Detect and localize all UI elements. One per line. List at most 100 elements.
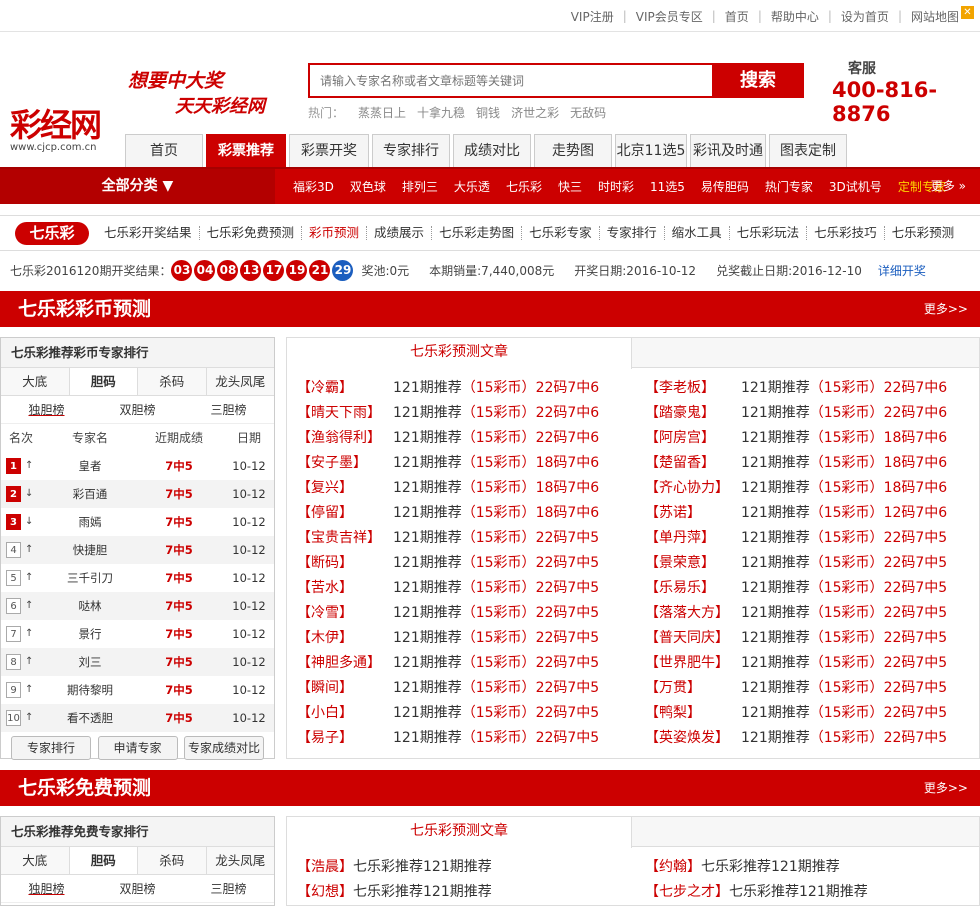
- nav-link[interactable]: 排列三: [402, 178, 438, 195]
- sub-nav-link[interactable]: 七乐彩免费预测: [200, 226, 303, 240]
- tab-predict-articles[interactable]: 七乐彩预测文章: [287, 338, 632, 369]
- panel-tab[interactable]: 大底: [1, 847, 70, 874]
- sub-nav-link[interactable]: 七乐彩走势图: [432, 226, 523, 240]
- expert-name[interactable]: 景行: [49, 620, 131, 648]
- expert-name[interactable]: 【苏诺】: [645, 501, 741, 526]
- list-item[interactable]: 【七步之才】七乐彩推荐121期推荐: [645, 880, 979, 905]
- list-item[interactable]: 【约翰】七乐彩推荐121期推荐: [645, 855, 979, 880]
- list-item[interactable]: 【晴天下雨】 121期推荐（15彩币）22码7中6: [297, 401, 633, 426]
- top-link[interactable]: VIP注册: [571, 8, 614, 25]
- list-item[interactable]: 【鸭梨】 121期推荐（15彩币）22码7中5: [645, 701, 979, 726]
- sub-nav-link[interactable]: 七乐彩技巧: [807, 226, 885, 240]
- list-item[interactable]: 【世界肥牛】 121期推荐（15彩币）22码7中5: [645, 651, 979, 676]
- expert-name[interactable]: 【单丹萍】: [645, 526, 741, 551]
- expert-name[interactable]: 【英姿焕发】: [645, 726, 741, 751]
- expert-name[interactable]: 皇者: [49, 452, 131, 480]
- list-item[interactable]: 【幻想】七乐彩推荐121期推荐: [297, 880, 633, 905]
- expert-name[interactable]: 【鸭梨】: [645, 701, 741, 726]
- panel-subtab[interactable]: 双胆榜: [92, 875, 183, 902]
- article-title[interactable]: 七乐彩推荐121期推荐: [701, 859, 840, 875]
- list-item[interactable]: 【楚留香】 121期推荐（15彩币）18码7中6: [645, 451, 979, 476]
- expert-name[interactable]: 【断码】: [297, 551, 393, 576]
- top-link[interactable]: 设为首页: [841, 8, 889, 25]
- list-item[interactable]: 【英姿焕发】 121期推荐（15彩币）22码7中5: [645, 726, 979, 751]
- hot-keyword[interactable]: 铜钱: [476, 106, 500, 120]
- panel-tab[interactable]: 胆码: [69, 847, 138, 874]
- top-link[interactable]: VIP会员专区: [636, 8, 703, 25]
- sub-nav-link[interactable]: 七乐彩玩法: [730, 226, 808, 240]
- apply-expert-button[interactable]: 申请专家: [97, 736, 178, 760]
- list-item[interactable]: 【渔翁得利】 121期推荐（15彩币）22码7中6: [297, 426, 633, 451]
- list-item[interactable]: 【冷霸】 121期推荐（15彩币）22码7中6: [297, 376, 633, 401]
- search-button[interactable]: 搜索: [712, 63, 804, 98]
- expert-name[interactable]: 【木伊】: [297, 626, 393, 651]
- nav-link[interactable]: 热门专家: [765, 178, 813, 195]
- top-link[interactable]: 网站地图: [911, 8, 959, 25]
- list-item[interactable]: 【冷雪】 121期推荐（15彩币）22码7中5: [297, 601, 633, 626]
- expert-name[interactable]: 【神胆多通】: [297, 651, 393, 676]
- panel-subtab[interactable]: 三胆榜: [183, 396, 274, 423]
- nav-link[interactable]: 易传胆码: [701, 178, 749, 195]
- hot-keyword[interactable]: 蒸蒸日上: [358, 106, 406, 120]
- article-title[interactable]: 七乐彩推荐121期推荐: [353, 884, 492, 900]
- expert-compare-button[interactable]: 专家成绩对比: [184, 736, 264, 760]
- list-item[interactable]: 【易子】 121期推荐（15彩币）22码7中5: [297, 726, 633, 751]
- list-item[interactable]: 【齐心协力】 121期推荐（15彩币）18码7中6: [645, 476, 979, 501]
- expert-name[interactable]: 【苦水】: [297, 576, 393, 601]
- expert-name[interactable]: 【踏豪鬼】: [645, 401, 741, 426]
- list-item[interactable]: 【万贯】 121期推荐（15彩币）22码7中5: [645, 676, 979, 701]
- nav-link[interactable]: 双色球: [350, 178, 386, 195]
- panel-tab[interactable]: 胆码: [69, 368, 138, 395]
- tab-8[interactable]: 图表定制: [769, 134, 847, 168]
- panel-tab[interactable]: 杀码: [138, 847, 207, 874]
- expert-name[interactable]: 【万贯】: [645, 676, 741, 701]
- nav-link[interactable]: 快三: [558, 178, 582, 195]
- panel-tab[interactable]: 龙头凤尾: [206, 847, 274, 874]
- list-item[interactable]: 【神胆多通】 121期推荐（15彩币）22码7中5: [297, 651, 633, 676]
- panel-subtab[interactable]: 双胆榜: [92, 396, 183, 423]
- tab-6[interactable]: 北京11选5: [615, 134, 687, 168]
- sub-nav-link[interactable]: 成绩展示: [367, 226, 433, 240]
- expert-name[interactable]: 【易子】: [297, 726, 393, 751]
- search-input[interactable]: [310, 65, 712, 96]
- sub-nav-link[interactable]: 七乐彩开奖结果: [97, 226, 200, 240]
- expert-name[interactable]: 哒林: [49, 592, 131, 620]
- hot-keyword[interactable]: 无敌码: [570, 106, 606, 120]
- tab-2[interactable]: 彩票开奖: [289, 134, 369, 168]
- list-item[interactable]: 【踏豪鬼】 121期推荐（15彩币）22码7中6: [645, 401, 979, 426]
- expert-name[interactable]: 刘三: [49, 648, 131, 676]
- nav-link[interactable]: 11选5: [650, 178, 685, 195]
- list-item[interactable]: 【复兴】 121期推荐（15彩币）18码7中6: [297, 476, 633, 501]
- expert-name[interactable]: 【冷雪】: [297, 601, 393, 626]
- expert-name[interactable]: 【停留】: [297, 501, 393, 526]
- top-link[interactable]: 帮助中心: [771, 8, 819, 25]
- list-item[interactable]: 【断码】 121期推荐（15彩币）22码7中5: [297, 551, 633, 576]
- expert-name[interactable]: 【复兴】: [297, 476, 393, 501]
- tab-4[interactable]: 成绩对比: [453, 134, 531, 168]
- article-title[interactable]: 七乐彩推荐121期推荐: [729, 884, 868, 900]
- sub-nav-link[interactable]: 彩币预测: [302, 226, 368, 240]
- top-link[interactable]: 首页: [725, 8, 749, 25]
- sub-nav-link[interactable]: 缩水工具: [665, 226, 730, 240]
- list-item[interactable]: 【乐易乐】 121期推荐（15彩币）22码7中5: [645, 576, 979, 601]
- sub-nav-link[interactable]: 七乐彩预测: [885, 226, 962, 240]
- expert-name[interactable]: 雨嫣: [49, 508, 131, 536]
- list-item[interactable]: 【阿房宫】 121期推荐（15彩币）18码7中6: [645, 426, 979, 451]
- nav-link[interactable]: 时时彩: [598, 178, 634, 195]
- expert-name[interactable]: 【冷霸】: [297, 376, 393, 401]
- list-item[interactable]: 【浩晨】七乐彩推荐121期推荐: [297, 855, 633, 880]
- tab-0[interactable]: 首页: [125, 134, 203, 168]
- section-more-link[interactable]: 更多>>: [924, 291, 968, 327]
- expert-name[interactable]: 【李老板】: [645, 376, 741, 401]
- panel-tab[interactable]: 大底: [1, 368, 70, 395]
- tab-3[interactable]: 专家排行: [372, 134, 450, 168]
- list-item[interactable]: 【瞬间】 121期推荐（15彩币）22码7中5: [297, 676, 633, 701]
- expert-name[interactable]: 【幻想】: [297, 880, 353, 905]
- expert-name[interactable]: 【齐心协力】: [645, 476, 741, 501]
- section-more-link[interactable]: 更多>>: [924, 770, 968, 806]
- nav-link[interactable]: 大乐透: [454, 178, 490, 195]
- expert-rank-button[interactable]: 专家排行: [11, 736, 91, 760]
- site-logo[interactable]: 彩经网 www.cjcp.com.cn: [10, 100, 102, 153]
- list-item[interactable]: 【单丹萍】 121期推荐（15彩币）22码7中5: [645, 526, 979, 551]
- sub-nav-link[interactable]: 专家排行: [600, 226, 665, 240]
